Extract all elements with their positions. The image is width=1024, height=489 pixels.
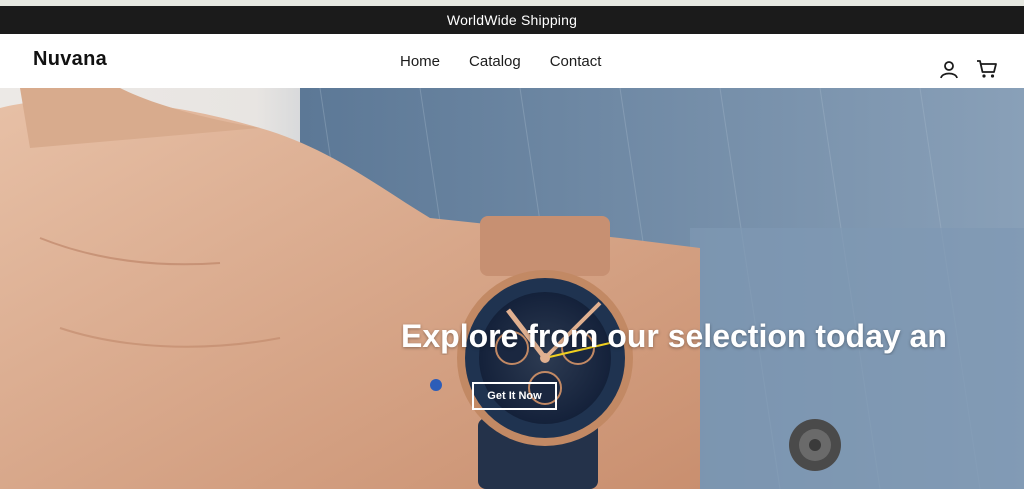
nav-catalog-link[interactable]: Catalog — [469, 53, 521, 70]
announcement-bar: WorldWide Shipping — [0, 6, 1024, 34]
main-nav: Home Catalog Contact — [400, 34, 601, 88]
nav-home-link[interactable]: Home — [400, 53, 440, 70]
cart-icon[interactable] — [976, 58, 998, 80]
user-icon[interactable] — [938, 58, 960, 80]
nav-contact-link[interactable]: Contact — [550, 53, 602, 70]
hero-heading: Explore from our selection today an — [401, 318, 947, 354]
site-logo[interactable]: Nuvana — [33, 48, 107, 71]
hero-image — [0, 88, 1024, 489]
header-actions — [938, 58, 998, 80]
get-it-now-button[interactable]: Get It Now — [472, 382, 557, 410]
hero-banner: Explore from our selection today an Get … — [0, 88, 1024, 489]
announcement-text: WorldWide Shipping — [446, 12, 578, 28]
site-header: Nuvana Home Catalog Contact — [0, 34, 1024, 88]
